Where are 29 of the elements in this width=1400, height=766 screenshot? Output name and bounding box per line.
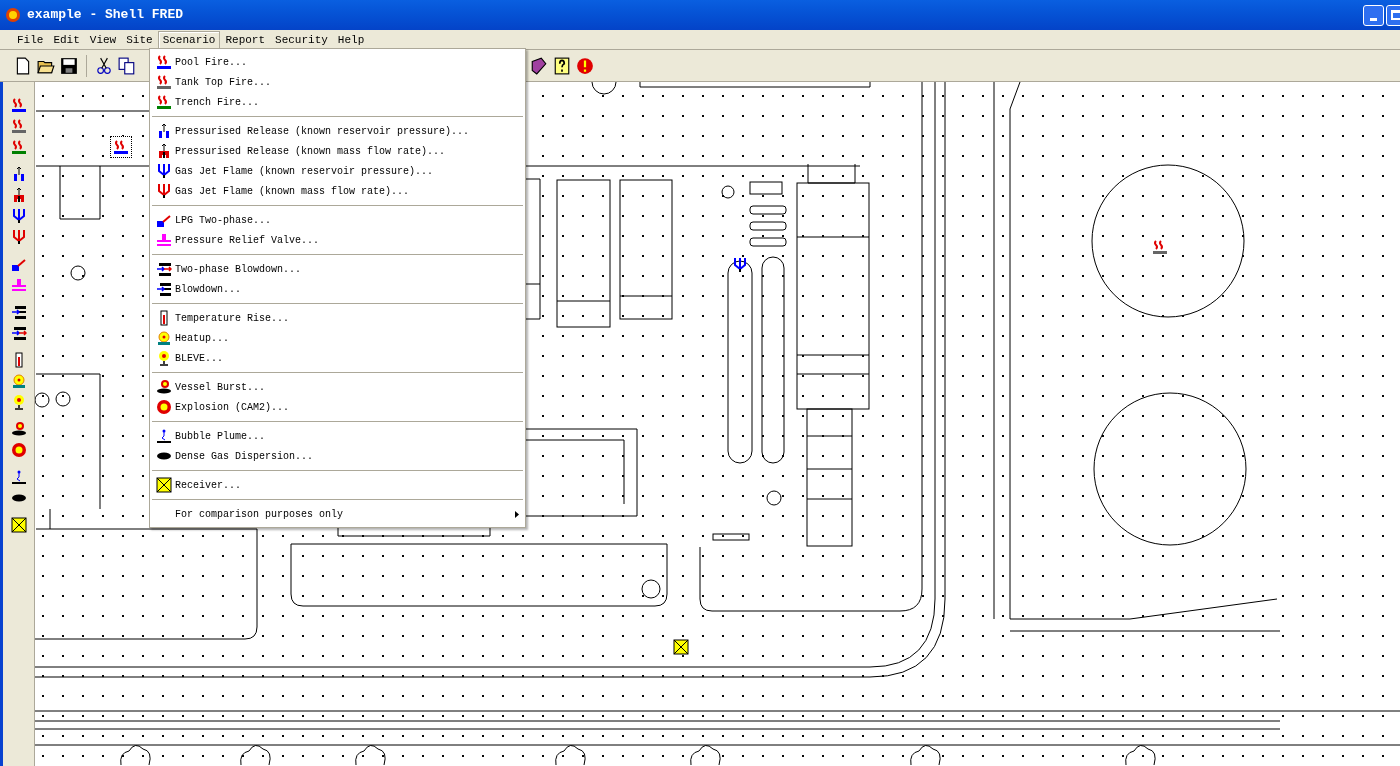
- scenario-menu-item[interactable]: Blowdown...: [150, 279, 525, 299]
- scenario-menu-item[interactable]: Vessel Burst...: [150, 377, 525, 397]
- scenario-menu-item[interactable]: Tank Top Fire...: [150, 72, 525, 92]
- scenario-menu-item[interactable]: BLEVE...: [150, 348, 525, 368]
- scenario-menu-item[interactable]: Bubble Plume...: [150, 426, 525, 446]
- scenario-menu-item[interactable]: Pressurised Release (known reservoir pressure)...: [150, 121, 525, 141]
- scenario-menu-item[interactable]: Receiver...: [150, 475, 525, 495]
- window-title: example - Shell FRED: [27, 6, 184, 25]
- scenario-menu-item[interactable]: Pressurised Release (known mass flow rate)...: [150, 141, 525, 161]
- menu-item[interactable]: Site: [121, 30, 158, 49]
- scenario-menu-item[interactable]: Gas Jet Flame (known reservoir pressure)...: [150, 161, 525, 181]
- menu-item[interactable]: Scenario: [157, 30, 221, 49]
- scenario-menu-item[interactable]: LPG Two-phase...: [150, 210, 525, 230]
- submenu-item[interactable]: For comparison purposes only: [150, 504, 525, 524]
- scenario-menu-item[interactable]: Gas Jet Flame (known mass flow rate)...: [150, 181, 525, 201]
- menu-item[interactable]: File: [12, 30, 49, 49]
- scenario-menu-item[interactable]: Temperature Rise...: [150, 308, 525, 328]
- scenario-menu-item[interactable]: Pool Fire...: [150, 52, 525, 72]
- scenario-menu-item[interactable]: Trench Fire...: [150, 92, 525, 112]
- menu-item[interactable]: Help: [332, 30, 370, 49]
- menu-item[interactable]: Report: [220, 30, 271, 49]
- scenario-menu-item[interactable]: Two-phase Blowdown...: [150, 259, 525, 279]
- menu-item[interactable]: Security: [270, 30, 333, 49]
- scenario-menu-item[interactable]: Heatup...: [150, 328, 525, 348]
- menu-item[interactable]: View: [84, 30, 122, 49]
- scenario-menu-item[interactable]: Dense Gas Dispersion...: [150, 446, 525, 466]
- scenario-menu-item[interactable]: Pressure Relief Valve...: [150, 230, 525, 250]
- menu-item[interactable]: Edit: [48, 30, 85, 49]
- scenario-menu-item[interactable]: Explosion (CAM2)...: [150, 397, 525, 417]
